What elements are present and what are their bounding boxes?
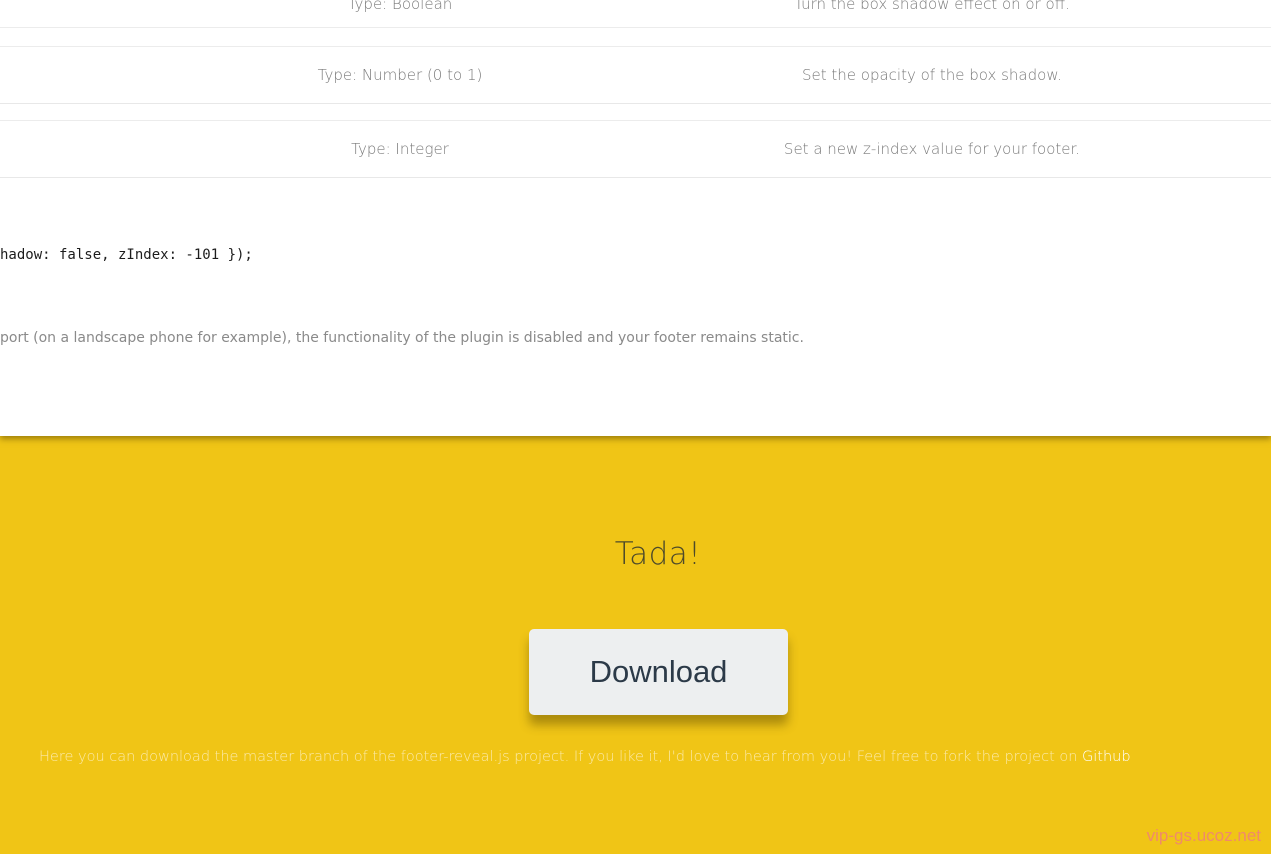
option-type: Type: Integer — [351, 140, 449, 158]
options-row: Type: Boolean Turn the box shadow effect… — [0, 0, 1271, 28]
option-description: Set the opacity of the box shadow. — [802, 66, 1062, 84]
option-description: Turn the box shadow effect on or off. — [794, 0, 1070, 13]
options-row: Type: Integer Set a new z-index value fo… — [0, 120, 1271, 178]
footer-description: Here you can download the master branch … — [39, 749, 1131, 765]
options-row: Type: Number (0 to 1) Set the opacity of… — [0, 46, 1271, 104]
option-type: Type: Number (0 to 1) — [317, 66, 483, 84]
main-content: Type: Boolean Turn the box shadow effect… — [0, 0, 1271, 436]
option-description: Set a new z-index value for your footer. — [783, 140, 1081, 158]
footer-text: Here you can download the master branch … — [39, 749, 1083, 765]
download-button[interactable]: Download — [529, 629, 788, 715]
footer: Tada! Download Here you can download the… — [0, 436, 1271, 854]
footer-heading: Tada! — [614, 536, 702, 572]
usage-note: port (on a landscape phone for example),… — [0, 330, 804, 346]
github-link[interactable]: Github — [1082, 749, 1131, 765]
watermark: vip-gs.ucoz.net — [1146, 826, 1261, 845]
option-type: Type: Boolean — [347, 0, 453, 13]
code-example: hadow: false, zIndex: -101 }); — [0, 247, 253, 263]
page: Type: Boolean Turn the box shadow effect… — [0, 0, 1271, 854]
